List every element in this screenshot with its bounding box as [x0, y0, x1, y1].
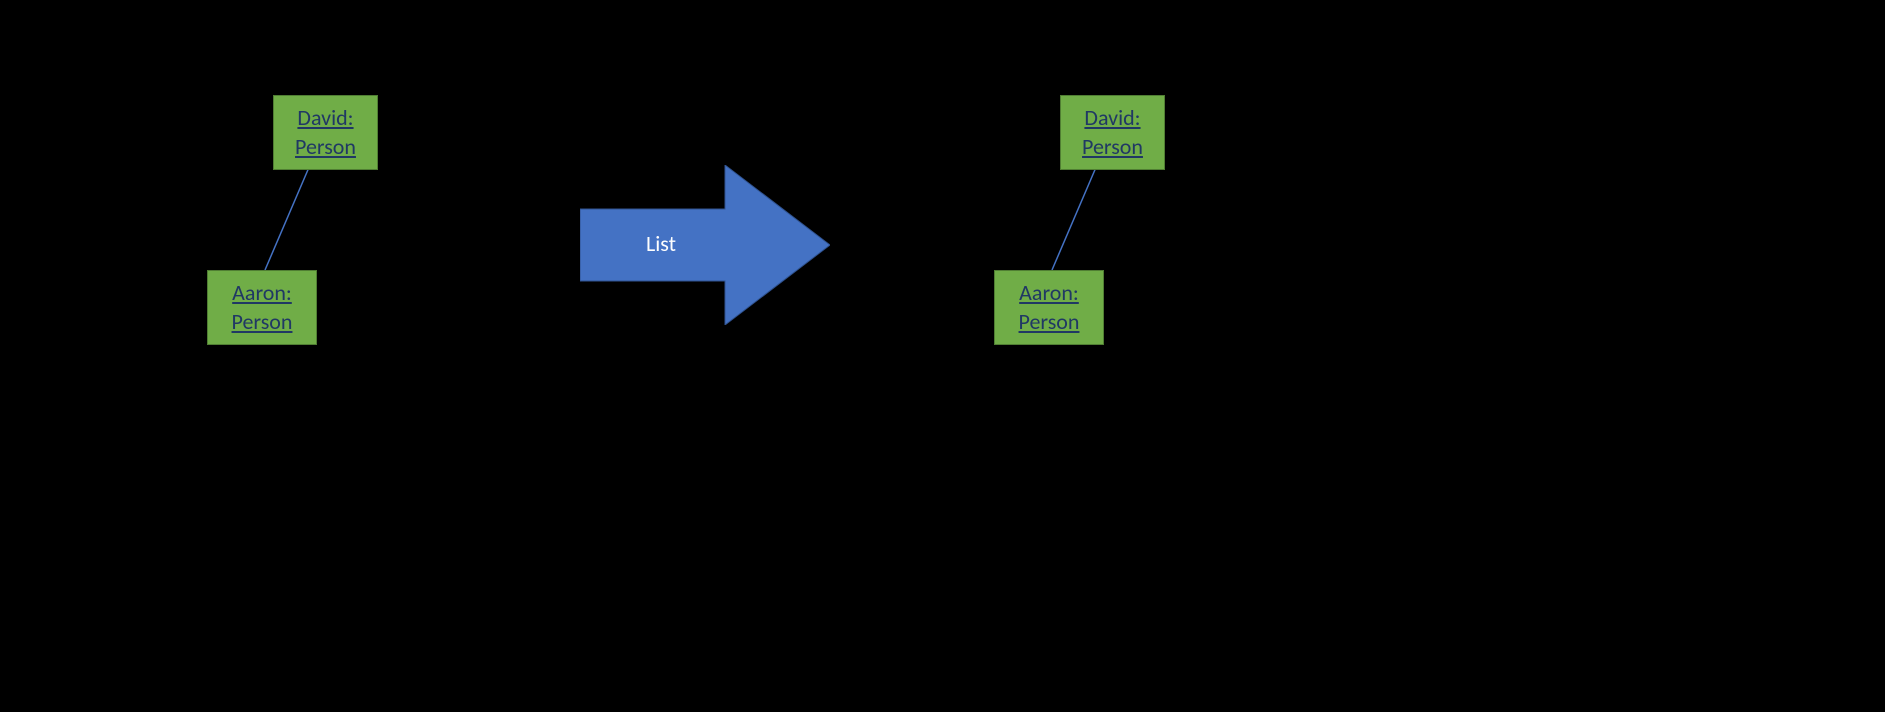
object-type-label: Person [1007, 308, 1091, 337]
connector-line-left [255, 165, 325, 275]
object-box-david-right: David: Person [1060, 95, 1165, 170]
object-type-label: Person [286, 133, 365, 162]
object-type-label: Person [1073, 133, 1152, 162]
object-name-label: Aaron: [1007, 279, 1091, 308]
arrow-label: List [646, 230, 676, 257]
object-box-david-left: David: Person [273, 95, 378, 170]
connector-line-right [1042, 165, 1112, 275]
object-type-label: Person [220, 308, 304, 337]
object-name-label: David: [286, 104, 365, 133]
object-name-label: David: [1073, 104, 1152, 133]
diagram-container: David: Person Aaron: Person List David: … [0, 0, 1885, 712]
object-box-aaron-right: Aaron: Person [994, 270, 1104, 345]
object-box-aaron-left: Aaron: Person [207, 270, 317, 345]
object-name-label: Aaron: [220, 279, 304, 308]
arrow-right: List [580, 165, 830, 325]
